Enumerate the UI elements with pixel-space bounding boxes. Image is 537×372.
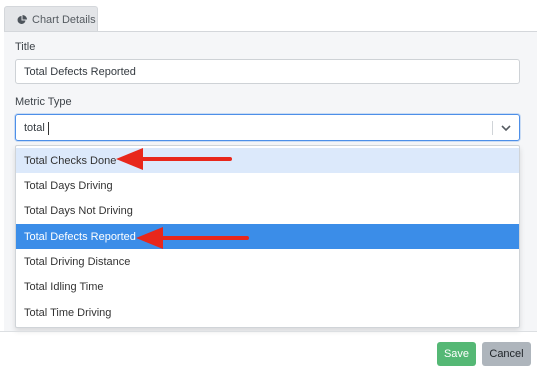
select-divider [492,121,493,135]
metric-type-dropdown-menu: Total Checks Done Total Days Driving Tot… [15,145,520,328]
option-total-defects-reported[interactable]: Total Defects Reported [16,224,519,249]
option-total-idling-time[interactable]: Total Idling Time [16,274,519,299]
pie-chart-icon [17,14,27,25]
metric-type-label: Metric Type [15,96,72,108]
title-label: Title [15,41,36,53]
footer-divider [0,331,537,332]
metric-type-select[interactable]: total [15,114,520,141]
option-label: Total Checks Done [24,154,117,167]
chart-details-dialog: Chart Details Title Metric Type total To… [0,0,537,372]
option-total-checks-done[interactable]: Total Checks Done [16,148,519,173]
tab-strip: Chart Details [0,0,537,32]
tab-label: Chart Details [32,13,96,26]
option-label: Total Days Not Driving [24,204,133,217]
option-total-driving-distance[interactable]: Total Driving Distance [16,249,519,274]
metric-search-text[interactable]: total [24,122,45,134]
chevron-down-icon[interactable] [499,120,513,136]
option-total-time-driving[interactable]: Total Time Driving [16,300,519,325]
title-input[interactable] [15,59,520,84]
option-label: Total Idling Time [24,280,104,293]
option-total-days-driving[interactable]: Total Days Driving [16,173,519,198]
option-label: Total Time Driving [24,306,112,319]
option-label: Total Driving Distance [24,255,131,268]
tab-chart-details[interactable]: Chart Details [4,6,98,32]
cancel-button[interactable]: Cancel [482,342,531,366]
text-cursor [48,122,49,135]
option-total-days-not-driving[interactable]: Total Days Not Driving [16,198,519,223]
option-label: Total Defects Reported [24,230,136,243]
save-button[interactable]: Save [437,342,476,366]
option-label: Total Days Driving [24,179,113,192]
